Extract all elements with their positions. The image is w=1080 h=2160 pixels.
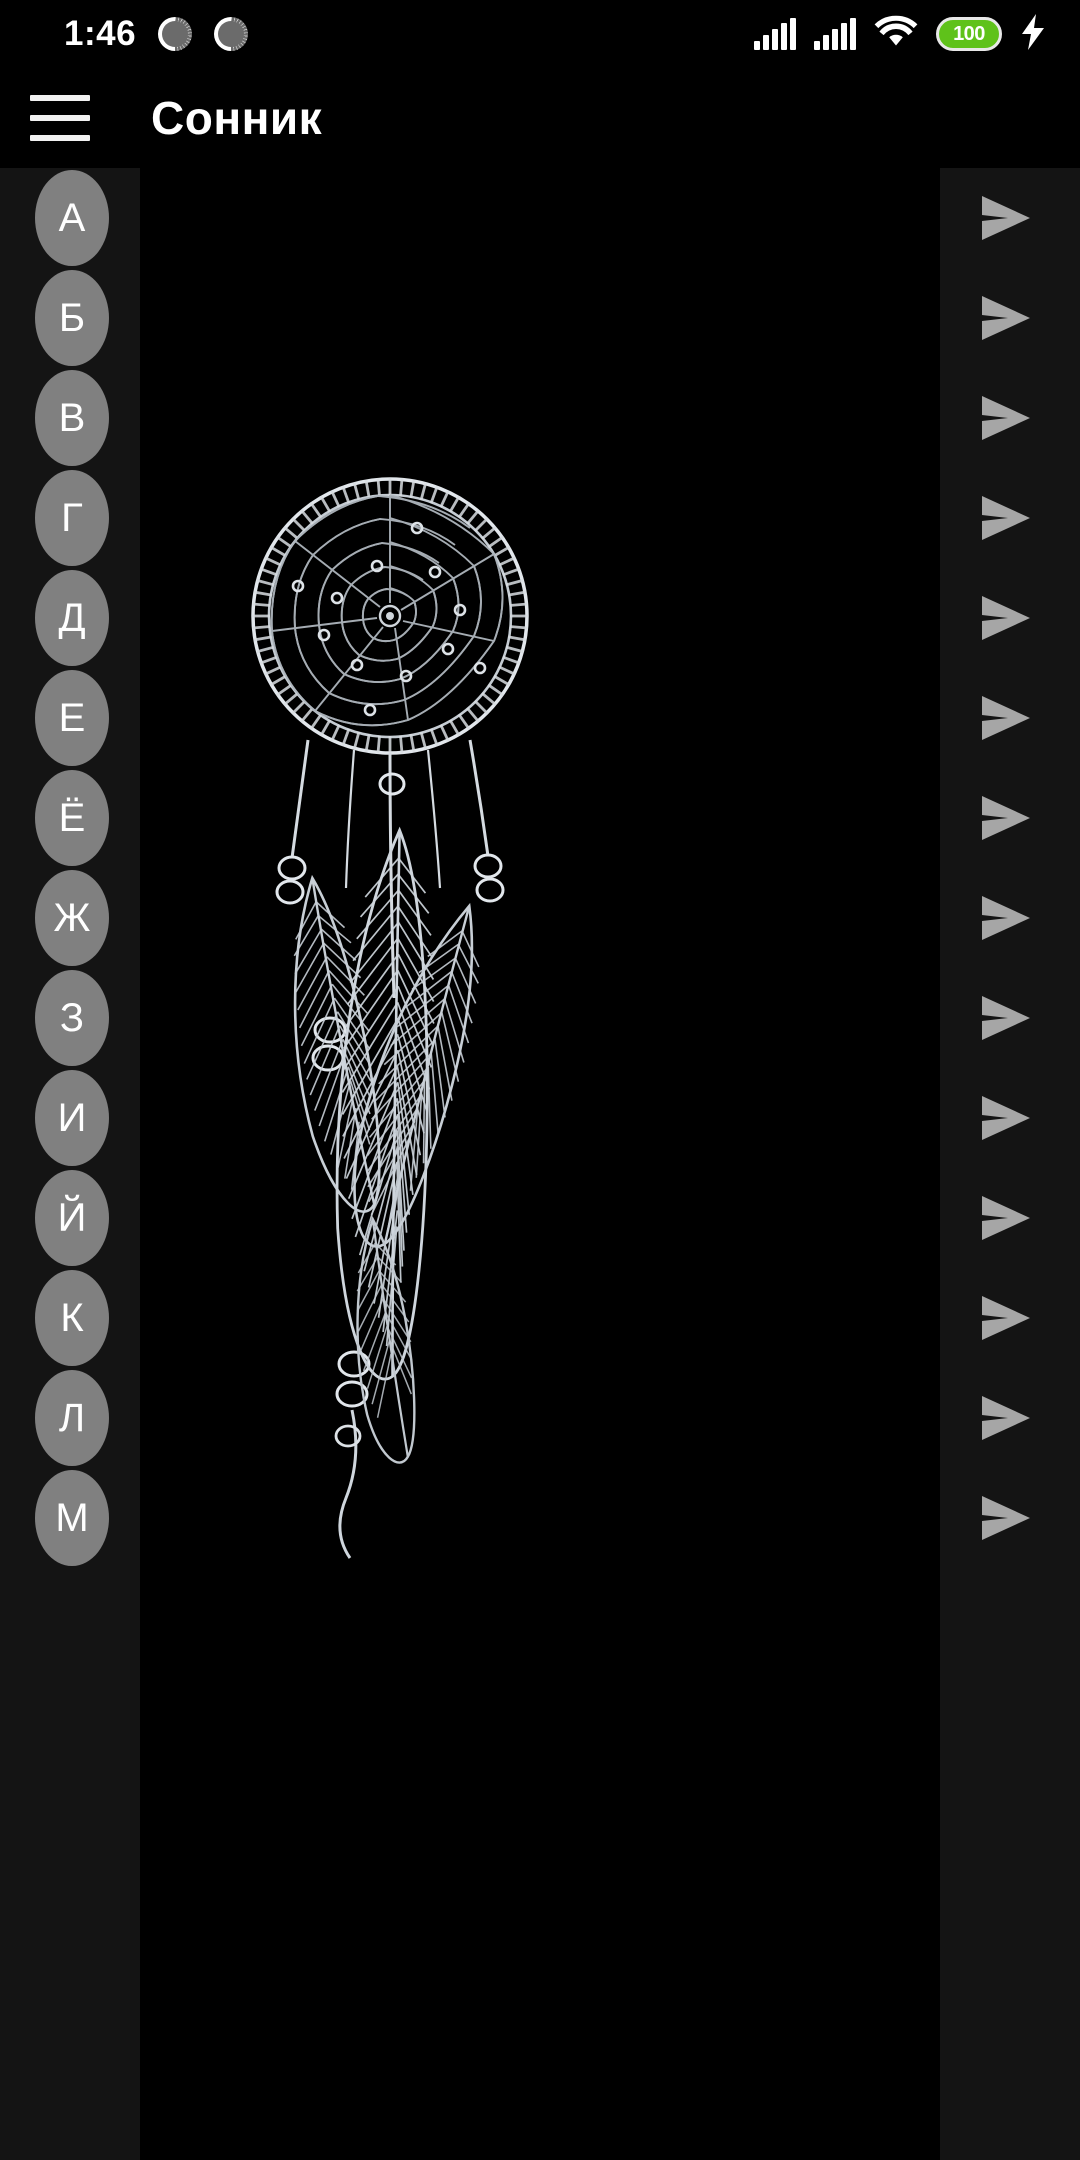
letter-bubble-m[interactable]: М bbox=[35, 1469, 109, 1567]
letter-bubble-k[interactable]: К bbox=[35, 1269, 109, 1367]
status-bar: 1:46 100 bbox=[0, 0, 1080, 68]
letter-bubble-d[interactable]: Д bbox=[35, 569, 109, 667]
letter-bubble-l[interactable]: Л bbox=[35, 1369, 109, 1467]
list-item[interactable]: З bbox=[0, 968, 1080, 1068]
list-item[interactable]: Ж bbox=[0, 868, 1080, 968]
hamburger-menu-icon[interactable] bbox=[30, 95, 90, 141]
list-item[interactable]: Г bbox=[0, 468, 1080, 568]
letter-label: Л bbox=[58, 1396, 86, 1440]
send-arrow-icon[interactable] bbox=[978, 394, 1034, 442]
send-arrow-icon[interactable] bbox=[978, 194, 1034, 242]
letter-label: Б bbox=[58, 296, 86, 340]
signal-bars-icon bbox=[754, 18, 796, 50]
letter-label: Г bbox=[61, 496, 83, 540]
list-item[interactable]: Б bbox=[0, 268, 1080, 368]
letter-bubble-i[interactable]: И bbox=[35, 1069, 109, 1167]
list-item[interactable]: В bbox=[0, 368, 1080, 468]
letter-bubble-v[interactable]: В bbox=[35, 369, 109, 467]
list-item[interactable]: Е bbox=[0, 668, 1080, 768]
letter-label: Е bbox=[58, 696, 86, 740]
page-title: Сонник bbox=[151, 92, 323, 144]
battery-icon: 100 bbox=[936, 17, 1002, 51]
letter-bubble-g[interactable]: Г bbox=[35, 469, 109, 567]
send-arrow-icon[interactable] bbox=[978, 894, 1034, 942]
list-item[interactable]: А bbox=[0, 168, 1080, 268]
list-item[interactable]: И bbox=[0, 1068, 1080, 1168]
list-item[interactable]: Ё bbox=[0, 768, 1080, 868]
send-arrow-icon[interactable] bbox=[978, 294, 1034, 342]
send-arrow-icon[interactable] bbox=[978, 1494, 1034, 1542]
letter-bubble-b[interactable]: Б bbox=[35, 269, 109, 367]
list-item[interactable]: Л bbox=[0, 1368, 1080, 1468]
send-arrow-icon[interactable] bbox=[978, 594, 1034, 642]
list-item[interactable]: К bbox=[0, 1268, 1080, 1368]
send-arrow-icon[interactable] bbox=[978, 1194, 1034, 1242]
send-arrow-icon[interactable] bbox=[978, 1294, 1034, 1342]
list-item[interactable]: Й bbox=[0, 1168, 1080, 1268]
status-clock: 1:46 bbox=[64, 14, 137, 53]
letter-label: А bbox=[58, 196, 86, 240]
letter-bubble-yo[interactable]: Ё bbox=[35, 769, 109, 867]
letter-label: Ж bbox=[53, 896, 91, 940]
letter-bubble-short-i[interactable]: Й bbox=[35, 1169, 109, 1267]
letter-label: М bbox=[55, 1496, 89, 1540]
send-arrow-icon[interactable] bbox=[978, 694, 1034, 742]
letter-label: К bbox=[60, 1296, 84, 1340]
spinner-icon bbox=[214, 17, 249, 51]
letter-label: З bbox=[59, 996, 85, 1040]
send-arrow-icon[interactable] bbox=[978, 994, 1034, 1042]
signal-bars-icon bbox=[814, 18, 856, 50]
spinner-icon bbox=[158, 17, 193, 51]
letter-label: В bbox=[58, 396, 86, 440]
letter-label: Й bbox=[57, 1196, 87, 1240]
status-bar-left: 1:46 bbox=[0, 14, 249, 54]
letter-bubble-a[interactable]: А bbox=[35, 169, 109, 267]
letter-label: Д bbox=[58, 596, 86, 640]
status-bar-right: 100 bbox=[754, 13, 1080, 55]
send-arrow-icon[interactable] bbox=[978, 494, 1034, 542]
letter-bubble-zh[interactable]: Ж bbox=[35, 869, 109, 967]
alphabet-list: А Б В Г Д Е Ё Ж З И Й К Л М bbox=[0, 168, 1080, 1568]
letter-label: И bbox=[57, 1096, 87, 1140]
app-bar: Сонник bbox=[0, 68, 1080, 168]
main-content: А Б В Г Д Е Ё Ж З И Й К Л М bbox=[0, 168, 1080, 2160]
send-arrow-icon[interactable] bbox=[978, 794, 1034, 842]
list-item[interactable]: М bbox=[0, 1468, 1080, 1568]
send-arrow-icon[interactable] bbox=[978, 1394, 1034, 1442]
charging-bolt-icon bbox=[1020, 13, 1046, 55]
wifi-icon bbox=[874, 15, 918, 54]
letter-label: Ё bbox=[58, 796, 86, 840]
letter-bubble-z[interactable]: З bbox=[35, 969, 109, 1067]
list-item[interactable]: Д bbox=[0, 568, 1080, 668]
battery-level-label: 100 bbox=[953, 22, 985, 45]
letter-bubble-e[interactable]: Е bbox=[35, 669, 109, 767]
send-arrow-icon[interactable] bbox=[978, 1094, 1034, 1142]
